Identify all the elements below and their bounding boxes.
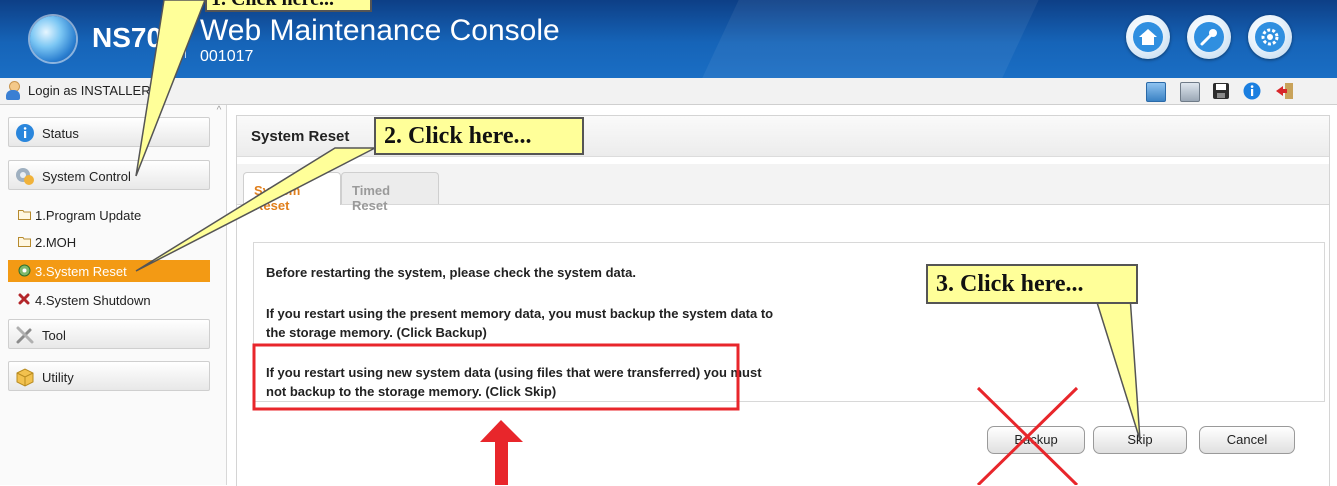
settings-icon <box>1255 22 1285 52</box>
settings-button[interactable] <box>1248 15 1292 59</box>
tab-system-reset[interactable]: System Reset <box>243 172 341 213</box>
sidebar-item-label: 1.Program Update <box>35 208 142 223</box>
reset-icon <box>18 264 31 277</box>
message-line-2b: the storage memory. (Click Backup) <box>266 325 487 340</box>
utility-box-icon <box>15 367 35 387</box>
console-subtitle: 001017 <box>200 48 254 65</box>
globe-logo-icon <box>30 16 76 62</box>
menu-utility[interactable]: Utility <box>8 361 210 391</box>
header-divider <box>185 24 186 58</box>
user-icon <box>6 81 20 101</box>
cancel-button[interactable]: Cancel <box>1199 426 1295 454</box>
scroll-up-arrow-icon[interactable]: ^ <box>213 105 225 125</box>
info-circle-icon <box>15 123 35 143</box>
sidebar-item-label: 4.System Shutdown <box>35 293 151 308</box>
message-line-3b: not backup to the storage memory. (Click… <box>266 384 557 399</box>
info-icon[interactable] <box>1243 82 1261 100</box>
home-button[interactable] <box>1126 15 1170 59</box>
tab-strip: System Reset Timed Reset <box>237 164 1329 213</box>
page-title: System Reset <box>251 128 350 145</box>
login-status: Login as INSTALLER <box>28 83 151 98</box>
calendar-icon[interactable] <box>1146 82 1166 102</box>
menu-status[interactable]: Status <box>8 117 210 147</box>
menu-tool-label: Tool <box>42 328 66 343</box>
sidebar-item-label: 3.System Reset <box>35 264 127 279</box>
sidebar-item-label: 2.MOH <box>35 235 77 250</box>
login-bar: Login as INSTALLER <box>0 78 1337 105</box>
system-control-icon <box>15 166 35 186</box>
message-line-3a: If you restart using new system data (us… <box>266 365 762 380</box>
skip-button[interactable]: Skip <box>1093 426 1187 454</box>
home-icon <box>1133 22 1163 52</box>
message-line-2a: If you restart using the present memory … <box>266 306 774 321</box>
save-icon[interactable] <box>1212 82 1230 100</box>
console-title: Web Maintenance Console <box>200 14 560 47</box>
sidebar-item-system-shutdown[interactable]: 4.System Shutdown <box>8 289 210 311</box>
sidebar-item-program-update[interactable]: 1.Program Update <box>8 204 210 226</box>
tools-icon <box>15 325 35 345</box>
callout-1: 1. Click here... <box>205 0 372 12</box>
sidebar-item-moh[interactable]: 2.MOH <box>8 231 210 253</box>
folder-icon <box>18 235 31 247</box>
logout-icon[interactable] <box>1275 82 1293 100</box>
menu-utility-label: Utility <box>42 370 74 385</box>
menu-tool[interactable]: Tool <box>8 319 210 349</box>
tools-button[interactable] <box>1187 15 1231 59</box>
message-line-1: Before restarting the system, please che… <box>266 265 636 280</box>
sidebar: ^ Status System Control 1.Program Update… <box>0 105 227 485</box>
info-panel: Before restarting the system, please che… <box>253 242 1325 402</box>
product-name: NS700 <box>92 22 178 53</box>
tab-timed-reset[interactable]: Timed Reset <box>341 172 439 213</box>
app-header: NS700 Web Maintenance Console 001017 <box>0 0 1337 78</box>
wrench-icon <box>1194 22 1224 52</box>
folder-icon <box>18 208 31 220</box>
shutdown-x-icon <box>18 293 31 305</box>
sidebar-item-system-reset[interactable]: 3.System Reset <box>8 260 210 282</box>
menu-system-control[interactable]: System Control <box>8 160 210 190</box>
menu-status-label: Status <box>42 126 79 141</box>
callout-2: 2. Click here... <box>374 117 584 155</box>
header-decoration <box>682 0 1058 78</box>
backup-button[interactable]: Backup <box>987 426 1085 454</box>
callout-1-text: 1. Click here... <box>211 0 334 10</box>
callout-3: 3. Click here... <box>926 264 1138 304</box>
phone-icon[interactable] <box>1180 82 1200 102</box>
menu-system-control-label: System Control <box>42 169 131 184</box>
main-content: System Reset System Reset Timed Reset Be… <box>236 115 1330 486</box>
